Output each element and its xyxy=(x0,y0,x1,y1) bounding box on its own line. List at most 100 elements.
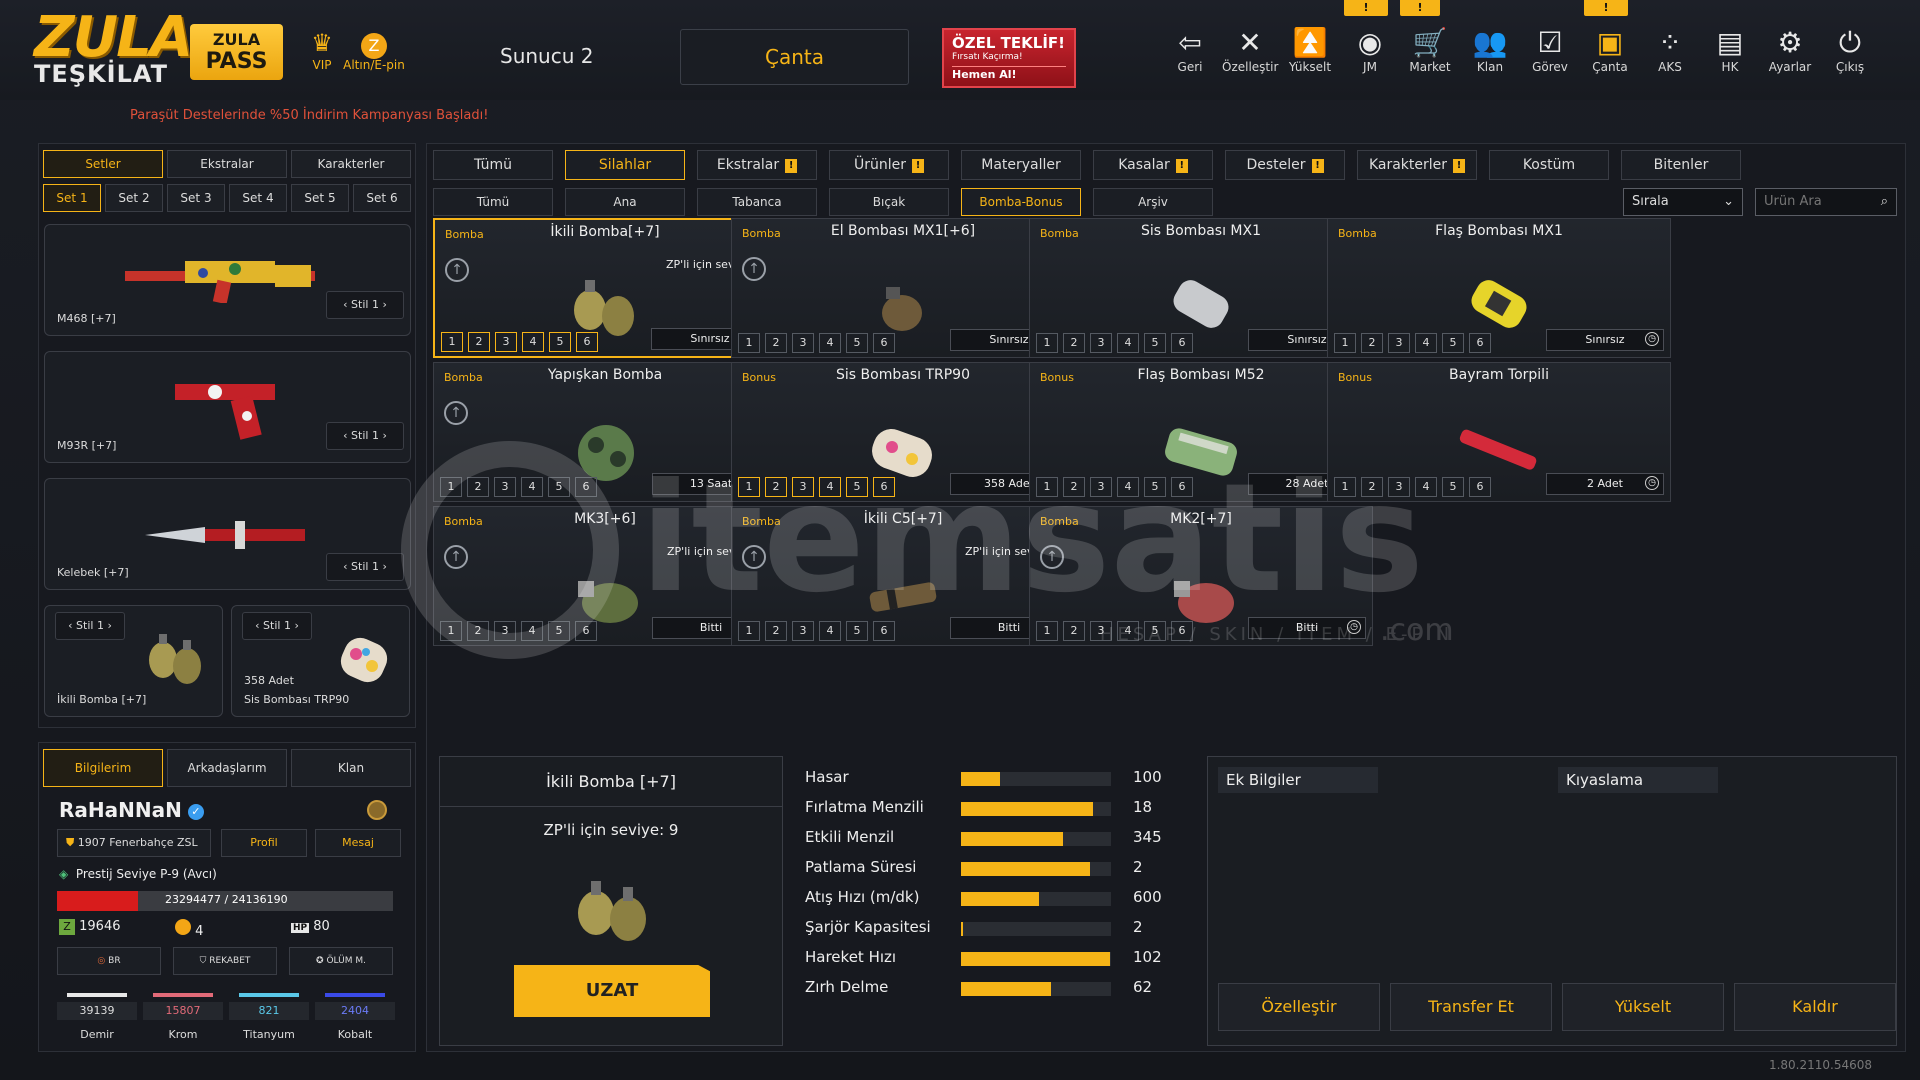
knife-slot[interactable]: ‹ Stil 1 › Kelebek [+7] xyxy=(44,478,411,590)
bomb-slot-1[interactable]: ‹ Stil 1 › İkili Bomba [+7] xyxy=(44,605,223,717)
item-card[interactable]: Bomba MK3[+6] ↑ ZP'li için seviye: 4123456B… xyxy=(433,506,777,646)
special-offer-banner[interactable]: ÖZEL TEKLİF! Fırsatı Kaçırma! Hemen Al! xyxy=(942,28,1076,88)
sort-dropdown[interactable]: Sırala ⌄ xyxy=(1623,188,1743,216)
subcat-ana[interactable]: Ana xyxy=(565,188,685,216)
item-card[interactable]: BombaYapışkan Bomba↑12345613 Saat◷ xyxy=(433,362,777,502)
item-card[interactable]: BonusSis Bombası TRP90123456358 Adet◷ xyxy=(731,362,1075,502)
cat-karakterler[interactable]: Karakterler! xyxy=(1357,150,1477,180)
tab-ekstralar[interactable]: Ekstralar xyxy=(167,150,287,178)
nav-hk[interactable]: ▤ HK xyxy=(1702,26,1758,74)
remove-button[interactable]: Kaldır xyxy=(1734,983,1896,1031)
bomb-slot-2[interactable]: ‹ Stil 1 › 358 Adet Sis Bombası TRP90 xyxy=(231,605,410,717)
upgrade-button[interactable]: Yükselt xyxy=(1562,983,1724,1031)
stat-value: 102 xyxy=(1133,948,1162,966)
item-card[interactable]: BombaSis Bombası MX1123456Sınırsız◷ xyxy=(1029,218,1373,358)
style-selector[interactable]: ‹ Stil 1 › xyxy=(242,612,312,640)
upgrade-arrow-icon[interactable]: ↑ xyxy=(742,545,766,569)
vip-button[interactable]: ♛ VIP xyxy=(302,28,342,72)
item-card[interactable]: BombaEl Bombası MX1[+6]↑123456Sınırsız◷ xyxy=(731,218,1075,358)
nav-yukselt[interactable]: ⏫ Yükselt xyxy=(1282,26,1338,74)
nav-market[interactable]: 🛒 Market xyxy=(1402,26,1458,74)
nav-klan[interactable]: 👥 Klan xyxy=(1462,26,1518,74)
set-1-tab[interactable]: Set 1 xyxy=(43,184,101,212)
tab-karakterler[interactable]: Karakterler xyxy=(291,150,411,178)
item-card[interactable]: Bomba İkili C5[+7] ↑ ZP'li için seviye: 712… xyxy=(731,506,1075,646)
nav-cikis[interactable]: ⏻ Çıkış xyxy=(1822,26,1878,74)
secondary-weapon-slot[interactable]: ‹ Stil 1 › M93R [+7] xyxy=(44,351,411,463)
campaign-banner[interactable]: Paraşüt Destelerinde %50 İndirim Kampany… xyxy=(130,108,488,123)
cat-materyaller[interactable]: Materyaller xyxy=(961,150,1081,180)
style-selector[interactable]: ‹ Stil 1 › xyxy=(326,291,404,319)
customize-button[interactable]: Özelleştir xyxy=(1218,983,1380,1031)
mode-rekabet-button[interactable]: ⛉ REKABET xyxy=(173,947,277,975)
cat-bitenler[interactable]: Bitenler xyxy=(1621,150,1741,180)
cat-tumu[interactable]: Tümü xyxy=(433,150,553,180)
item-card[interactable]: Bonus Bayram Torpili 1 2 3 4 5 6 2 Adet ◷ xyxy=(1327,362,1671,502)
style-selector[interactable]: ‹ Stil 1 › xyxy=(326,422,404,450)
tab-setler[interactable]: Setler xyxy=(43,150,163,178)
username-text: RaHaNNaN xyxy=(59,798,182,822)
subcat-tabanca[interactable]: Tabanca xyxy=(697,188,817,216)
clan-name[interactable]: ⛊ 1907 Fenerbahçe ZSL xyxy=(57,829,211,857)
set-3-tab[interactable]: Set 3 xyxy=(167,184,225,212)
mode-br-button[interactable]: ◎ BR xyxy=(57,947,161,975)
subcat-bomba-bonus[interactable]: Bomba-Bonus xyxy=(961,188,1081,216)
upgrade-arrow-icon[interactable]: ↑ xyxy=(742,257,766,281)
upgrade-level-box: 4 xyxy=(819,621,841,641)
set-4-tab[interactable]: Set 4 xyxy=(229,184,287,212)
cat-silahlar[interactable]: Silahlar xyxy=(565,150,685,180)
server-label: Sunucu 2 xyxy=(500,44,594,68)
canta-title: Çanta xyxy=(680,29,909,85)
upgrade-level-box: 1 xyxy=(1036,621,1058,641)
cat-urunler[interactable]: Ürünler! xyxy=(829,150,949,180)
upgrade-level-box: 1 xyxy=(738,621,760,641)
nav-gorev[interactable]: ☑ Görev xyxy=(1522,26,1578,74)
stat-row: Atış Hızı (m/dk) 600 xyxy=(805,884,1205,914)
set-6-tab[interactable]: Set 6 xyxy=(353,184,411,212)
style-selector[interactable]: ‹ Stil 1 › xyxy=(326,553,404,581)
transfer-button[interactable]: Transfer Et xyxy=(1390,983,1552,1031)
tab-arkadaslarim[interactable]: Arkadaşlarım xyxy=(167,749,287,787)
item-card[interactable]: Bomba İkili Bomba[+7] ↑ ZP'li için seviye: … xyxy=(433,218,777,358)
subcat-arsiv[interactable]: Arşiv xyxy=(1093,188,1213,216)
item-card[interactable]: Bomba MK2[+7] ↑ 1 2 3 4 5 6 Bitti ◷ xyxy=(1029,506,1373,646)
item-card[interactable]: Bomba Flaş Bombası MX1 1 2 3 4 5 6 Sınırsız ◷ xyxy=(1327,218,1671,358)
style-label: Stil 1 xyxy=(76,619,104,632)
message-button[interactable]: Mesaj xyxy=(315,829,401,857)
nav-canta[interactable]: ▣ Çanta xyxy=(1582,26,1638,74)
cat-ekstralar[interactable]: Ekstralar! xyxy=(697,150,817,180)
nav-jm[interactable]: ◉ JM xyxy=(1342,26,1398,74)
cat-desteler[interactable]: Desteler! xyxy=(1225,150,1345,180)
upgrade-level-box: 5 xyxy=(1442,477,1464,497)
wallet-icon: ▤ xyxy=(1716,26,1744,59)
nav-geri[interactable]: ⇦ Geri xyxy=(1162,26,1218,74)
upgrade-level-box: 6 xyxy=(576,332,598,352)
subcat-tumu[interactable]: Tümü xyxy=(433,188,553,216)
extend-button[interactable]: UZAT xyxy=(514,965,710,1017)
cat-kasalar[interactable]: Kasalar! xyxy=(1093,150,1213,180)
mode-olum-button[interactable]: ✪ ÖLÜM M. xyxy=(289,947,393,975)
cat-kostum[interactable]: Kostüm xyxy=(1489,150,1609,180)
set-5-tab[interactable]: Set 5 xyxy=(291,184,349,212)
primary-weapon-slot[interactable]: ‹ Stil 1 › M468 [+7] xyxy=(44,224,411,336)
tab-bilgilerim[interactable]: Bilgilerim xyxy=(43,749,163,787)
upgrade-level-box: 5 xyxy=(1144,333,1166,353)
altin-epin-button[interactable]: Z Altın/E-pin xyxy=(340,28,408,72)
item-card[interactable]: BonusFlaş Bombası M5212345628 Adet◷ xyxy=(1029,362,1373,502)
nav-ayarlar[interactable]: ⚙ Ayarlar xyxy=(1762,26,1818,74)
upgrade-arrow-icon[interactable]: ↑ xyxy=(444,545,468,569)
search-box[interactable]: ⌕ xyxy=(1755,188,1897,216)
upgrade-arrow-icon[interactable]: ↑ xyxy=(444,401,468,425)
nav-aks[interactable]: ⁘ AKS xyxy=(1642,26,1698,74)
zula-pass-button[interactable]: ZULA PASS xyxy=(190,24,283,80)
set-2-tab[interactable]: Set 2 xyxy=(105,184,163,212)
search-input[interactable] xyxy=(1764,194,1864,209)
subcat-bicak[interactable]: Bıçak xyxy=(829,188,949,216)
upgrade-level-box: 6 xyxy=(873,621,895,641)
upgrade-arrow-icon[interactable]: ↑ xyxy=(445,258,469,282)
nav-ozellestir[interactable]: ✕ Özelleştir xyxy=(1222,26,1278,74)
profile-button[interactable]: Profil xyxy=(221,829,307,857)
upgrade-arrow-icon[interactable]: ↑ xyxy=(1040,545,1064,569)
style-selector[interactable]: ‹ Stil 1 › xyxy=(55,612,125,640)
tab-klan[interactable]: Klan xyxy=(291,749,411,787)
